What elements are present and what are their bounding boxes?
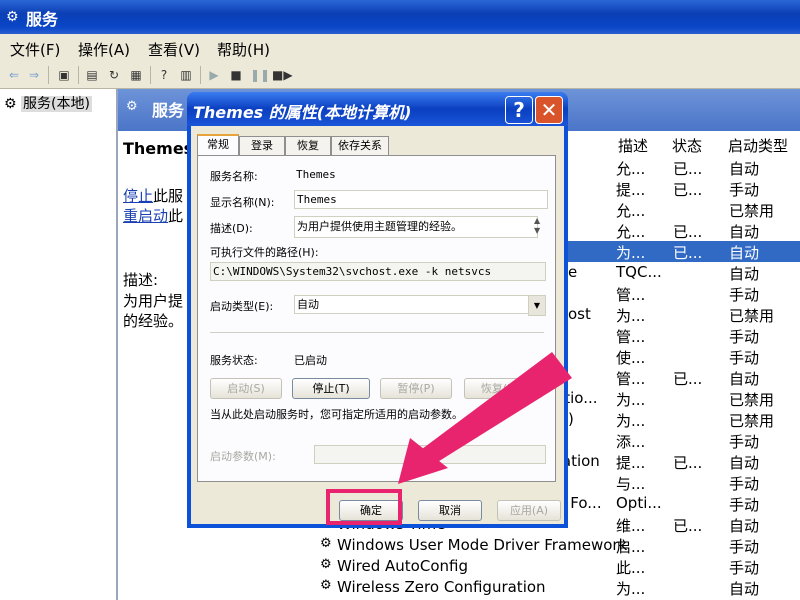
annotation-arrow	[398, 352, 572, 484]
arrow-shaft	[418, 352, 572, 468]
